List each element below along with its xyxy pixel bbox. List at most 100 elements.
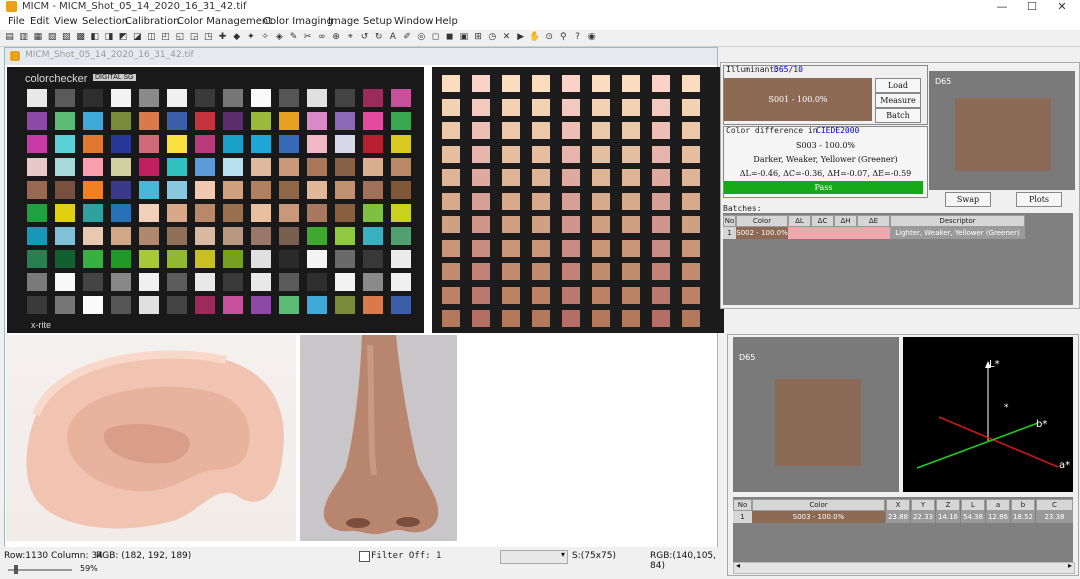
color-patch[interactable] (363, 227, 383, 245)
menu-image[interactable]: Image (328, 16, 359, 27)
skin-tone-patch[interactable] (652, 310, 670, 327)
color-patch[interactable] (363, 135, 383, 153)
skin-tone-patch[interactable] (592, 286, 610, 304)
toolbar-tool-icon[interactable]: ↻ (373, 32, 384, 43)
skin-tone-patch[interactable] (652, 192, 670, 210)
maximize-button[interactable]: ☐ (1017, 0, 1047, 14)
color-patch[interactable] (167, 158, 187, 176)
meas-col-a[interactable]: a (986, 499, 1010, 511)
color-patch[interactable] (251, 273, 271, 291)
skin-tone-patch[interactable] (442, 145, 460, 163)
toolbar-tool-icon[interactable]: ◳ (203, 32, 214, 43)
skin-tone-patch[interactable] (622, 286, 640, 304)
color-patch[interactable] (55, 158, 75, 176)
meas-col-no[interactable]: No (733, 499, 752, 511)
toolbar-tool-icon[interactable]: ✂ (302, 32, 313, 43)
color-patch[interactable] (55, 227, 75, 245)
skin-tone-patch[interactable] (502, 192, 520, 210)
skin-tone-patch[interactable] (682, 122, 700, 139)
batch-row-dc[interactable] (811, 227, 834, 239)
toolbar-tool-icon[interactable]: ↺ (359, 32, 370, 43)
color-patch[interactable] (279, 204, 299, 222)
skin-tone-patch[interactable] (592, 239, 610, 257)
color-patch[interactable] (279, 112, 299, 130)
zoom-slider[interactable] (8, 565, 72, 574)
skin-tone-patch[interactable] (592, 122, 610, 139)
skin-tone-patch[interactable] (562, 169, 580, 186)
color-patch[interactable] (391, 158, 411, 176)
meas-col-y[interactable]: Y (911, 499, 935, 511)
color-patch[interactable] (223, 112, 243, 130)
color-patch[interactable] (167, 204, 187, 222)
toolbar-tool-icon[interactable]: ◩ (118, 32, 129, 43)
color-patch[interactable] (335, 112, 355, 130)
color-patch[interactable] (335, 158, 355, 176)
color-patch[interactable] (391, 227, 411, 245)
color-patch[interactable] (223, 250, 243, 268)
color-patch[interactable] (111, 112, 131, 130)
color-patch[interactable] (55, 181, 75, 199)
color-patch[interactable] (83, 135, 103, 153)
toolbar-tool-icon[interactable]: ◻ (430, 32, 441, 43)
color-patch[interactable] (279, 227, 299, 245)
meas-col-color[interactable]: Color (752, 499, 885, 511)
toolbar-tool-icon[interactable]: ◫ (146, 32, 157, 43)
color-patch[interactable] (195, 135, 215, 153)
color-patch[interactable] (83, 273, 103, 291)
col-no[interactable]: No (723, 215, 736, 227)
filter-checkbox[interactable] (359, 551, 370, 562)
color-patch[interactable] (139, 250, 159, 268)
minimize-button[interactable]: — (987, 0, 1017, 14)
skin-tone-patch[interactable] (682, 310, 700, 327)
skin-tone-patch[interactable] (562, 192, 580, 210)
color-patch[interactable] (27, 135, 47, 153)
horizontal-scrollbar[interactable]: ◂ ▸ (733, 561, 1075, 574)
col-dc[interactable]: ΔC (811, 215, 834, 227)
toolbar-tool-icon[interactable]: ⊕ (331, 32, 342, 43)
toolbar-tool-icon[interactable]: ▤ (4, 32, 15, 43)
skin-tone-patch[interactable] (622, 122, 640, 139)
toolbar-tool-icon[interactable]: ▥ (18, 32, 29, 43)
skin-tone-patch[interactable] (472, 75, 490, 92)
toolbar-tool-icon[interactable]: ? (572, 32, 583, 43)
color-patch[interactable] (195, 89, 215, 107)
skin-tone-patch[interactable] (562, 286, 580, 304)
batch-button[interactable]: Batch (875, 108, 921, 123)
color-patch[interactable] (363, 89, 383, 107)
color-patch[interactable] (223, 273, 243, 291)
color-patch[interactable] (83, 112, 103, 130)
skin-tone-patch[interactable] (682, 286, 700, 304)
skin-tone-patch[interactable] (622, 75, 640, 92)
color-patch[interactable] (27, 204, 47, 222)
skin-tone-patch[interactable] (592, 169, 610, 186)
color-patch[interactable] (27, 250, 47, 268)
color-patch[interactable] (139, 89, 159, 107)
color-patch[interactable] (391, 204, 411, 222)
color-patch[interactable] (83, 89, 103, 107)
color-patch[interactable] (335, 250, 355, 268)
toolbar-tool-icon[interactable]: ◼ (444, 32, 455, 43)
toolbar-tool-icon[interactable]: ✚ (217, 32, 228, 43)
toolbar-tool-icon[interactable]: ◷ (487, 32, 498, 43)
meas-row-z[interactable]: 14.16 (936, 511, 960, 523)
color-patch[interactable] (363, 296, 383, 314)
skin-tone-patch[interactable] (682, 169, 700, 186)
color-patch[interactable] (279, 158, 299, 176)
toolbar-tool-icon[interactable]: ✦ (245, 32, 256, 43)
skin-tone-patch[interactable] (472, 216, 490, 233)
skin-tone-patch[interactable] (442, 98, 460, 116)
lab-3d-plot[interactable]: L* a* b* * (903, 337, 1073, 492)
color-patch[interactable] (307, 135, 327, 153)
toolbar-tool-icon[interactable]: ▧ (47, 32, 58, 43)
batch-row-de[interactable] (857, 227, 890, 239)
color-patch[interactable] (363, 250, 383, 268)
toolbar-tool-icon[interactable]: ✧ (260, 32, 271, 43)
skin-tone-patch[interactable] (592, 310, 610, 327)
skin-tone-patch[interactable] (622, 98, 640, 116)
menu-calibration[interactable]: Calibration (125, 16, 179, 27)
color-patch[interactable] (307, 204, 327, 222)
skin-tone-patch[interactable] (442, 192, 460, 210)
color-patch[interactable] (307, 250, 327, 268)
color-patch[interactable] (55, 112, 75, 130)
color-patch[interactable] (167, 273, 187, 291)
